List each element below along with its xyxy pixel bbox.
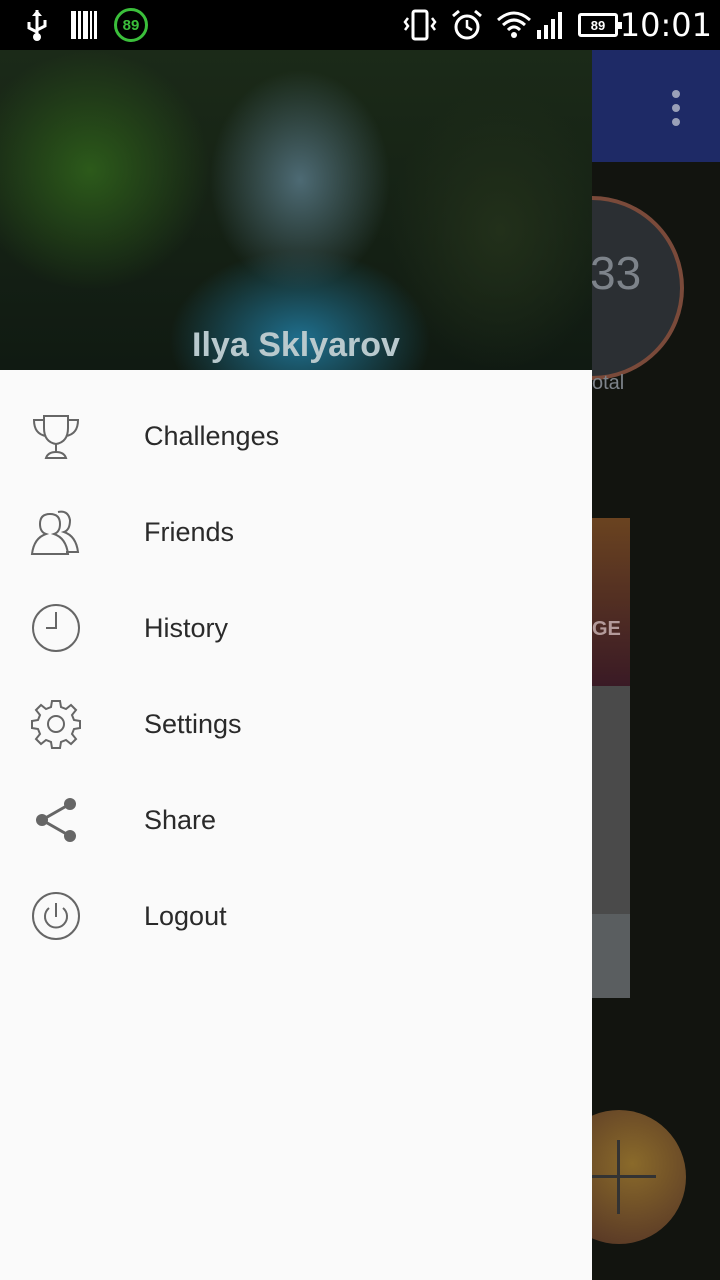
drawer-menu: Challenges Friends History Settings Shar… — [0, 388, 592, 964]
user-name: Ilya Sklyarov — [192, 326, 400, 364]
menu-item-logout[interactable]: Logout — [0, 868, 592, 964]
vibrate-icon — [402, 8, 438, 42]
card-footer — [592, 914, 630, 998]
trophy-icon — [30, 410, 82, 462]
menu-item-history[interactable]: History — [0, 580, 592, 676]
barcode-icon — [70, 8, 98, 42]
card-banner: GE — [592, 518, 630, 686]
alarm-icon — [450, 8, 484, 42]
menu-item-friends[interactable]: Friends — [0, 484, 592, 580]
usb-icon — [24, 8, 50, 42]
menu-item-share[interactable]: Share — [0, 772, 592, 868]
navigation-drawer: Ilya Sklyarov Challenges Friends History… — [0, 50, 592, 1280]
power-icon — [30, 890, 82, 942]
card-banner-text: GE — [592, 618, 621, 640]
badge-icon: 89 — [114, 8, 148, 42]
menu-label-history: History — [144, 612, 229, 643]
menu-item-settings[interactable]: Settings — [0, 676, 592, 772]
menu-label-settings: Settings — [144, 708, 242, 739]
wifi-icon — [496, 8, 532, 42]
menu-label-friends: Friends — [144, 516, 235, 547]
clock-time: 10:01 — [619, 6, 712, 44]
menu-label-challenges: Challenges — [144, 420, 280, 451]
stat-caption: otal — [592, 372, 625, 394]
overflow-menu-icon[interactable] — [660, 86, 692, 130]
clock-icon — [30, 602, 82, 654]
menu-label-logout: Logout — [144, 900, 227, 931]
notification-badge: 89 — [114, 8, 148, 42]
challenge-card: GE — [592, 518, 630, 998]
status-bar: 89 89 10:01 — [0, 0, 720, 50]
battery-icon: 89 — [578, 8, 622, 42]
signal-icon — [536, 8, 566, 42]
share-icon — [30, 794, 82, 846]
menu-label-share: Share — [144, 804, 217, 835]
stat-number: 33 — [590, 247, 642, 299]
drawer-header: Ilya Sklyarov — [0, 50, 592, 370]
menu-item-challenges[interactable]: Challenges — [0, 388, 592, 484]
friends-icon — [30, 506, 82, 558]
battery-level: 89 — [578, 13, 622, 37]
gear-icon — [30, 698, 82, 750]
